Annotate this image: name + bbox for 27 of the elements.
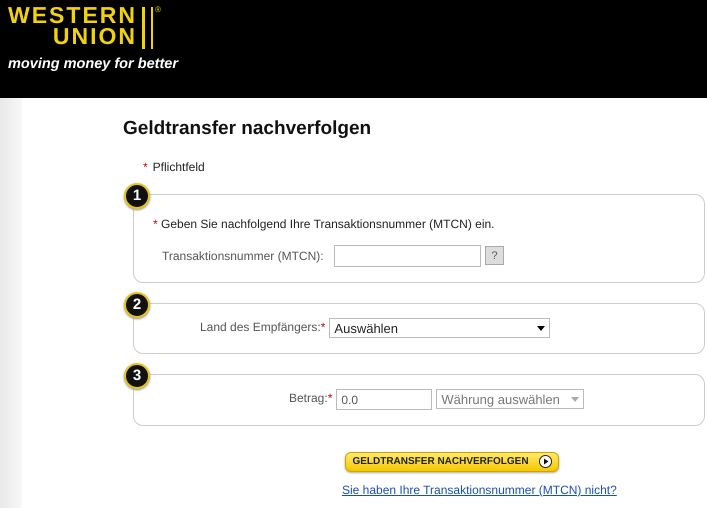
help-button[interactable]: ? — [485, 246, 504, 266]
amount-input[interactable]: 0.0 — [336, 389, 432, 410]
required-marker: * — [143, 158, 148, 176]
mtcn-input[interactable] — [334, 244, 481, 267]
required-marker: * — [320, 319, 326, 336]
logo-text: UNION — [52, 26, 137, 47]
registered-mark: ® — [155, 5, 161, 15]
field-label: Betrag: — [289, 390, 328, 408]
caret-icon — [571, 396, 580, 402]
logo-bars-icon — [142, 7, 153, 49]
dropdown[interactable]: Auswählen — [329, 318, 550, 338]
play-icon — [538, 455, 552, 468]
step-number: 3 — [124, 362, 150, 389]
logo-text: WESTERN — [8, 5, 137, 26]
field-label: Land des Empfängers: — [200, 319, 321, 336]
help-link[interactable]: Sie haben Ihre Transaktionsnummer (MTCN) nicht? — [342, 480, 617, 499]
step-number: 1 — [124, 182, 150, 209]
required-marker: * — [328, 390, 332, 408]
track-transfer-button[interactable]: GELDTRANSFER NACHVERFOLGEN — [345, 452, 559, 472]
caret-icon — [537, 326, 546, 331]
field-label: Transaktionsnummer (MTCN): — [162, 248, 325, 265]
required-marker: * — [153, 216, 158, 231]
page-title: Geldtransfer nachverfolgen — [123, 118, 372, 141]
instruction-text: Geben Sie nachfolgend Ihre Transaktionsnummer (MTCN) ein. — [160, 216, 494, 231]
required-note: Pflichtfeld — [152, 158, 205, 176]
step-number: 2 — [124, 292, 150, 318]
tagline: moving money for better — [8, 55, 180, 74]
